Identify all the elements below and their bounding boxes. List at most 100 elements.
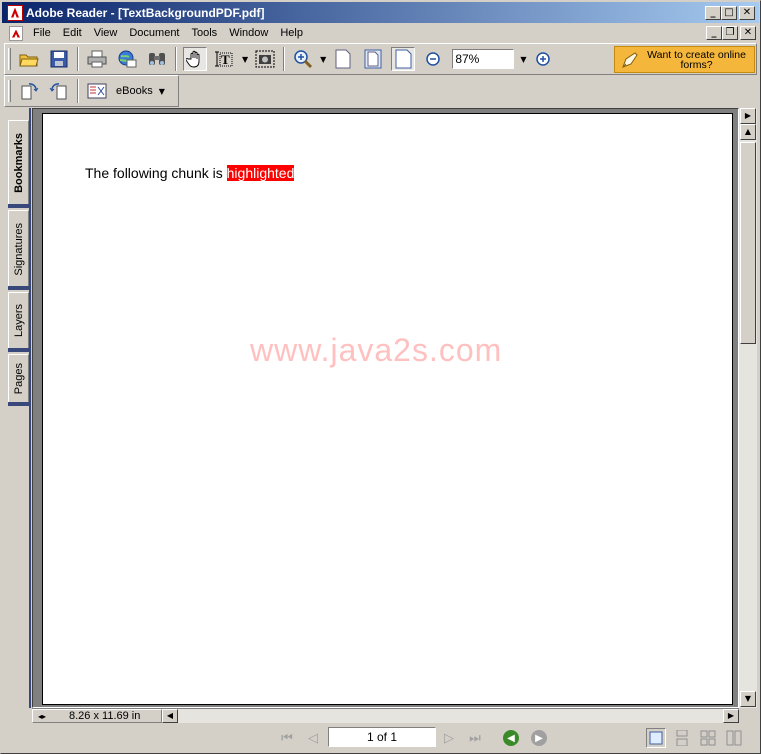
- status-bar: ⏮ ◁ 1 of 1 ▷ ⏭ ◀ ▶: [2, 723, 759, 753]
- ebooks-dropdown-icon[interactable]: ▼: [159, 87, 165, 96]
- email-button[interactable]: [115, 47, 139, 71]
- menu-bar: File Edit View Document Tools Window Hel…: [2, 23, 759, 43]
- tab-divider: [8, 348, 29, 352]
- single-page-layout-button[interactable]: [646, 728, 666, 748]
- document-icon[interactable]: [9, 25, 23, 41]
- continuous-facing-icon: [726, 730, 742, 746]
- toolbar-grip[interactable]: [8, 80, 11, 102]
- fit-page-button[interactable]: [361, 47, 385, 71]
- tab-pages-label: Pages: [12, 363, 25, 395]
- ebooks-icon: [87, 83, 107, 99]
- open-button[interactable]: [17, 47, 41, 71]
- menu-view[interactable]: View: [88, 23, 124, 43]
- hand-icon: [186, 50, 200, 68]
- zoom-in-button[interactable]: [531, 47, 555, 71]
- adobe-reader-app-icon[interactable]: [7, 4, 23, 21]
- toolbar-grip[interactable]: [8, 48, 11, 70]
- zoom-tool-dropdown-icon[interactable]: ▼: [320, 55, 326, 64]
- fit-width-button[interactable]: [391, 47, 416, 71]
- zoom-in-tool-button[interactable]: [291, 47, 315, 71]
- minimize-button[interactable]: _: [705, 6, 721, 20]
- tab-signatures[interactable]: Signatures: [8, 210, 29, 288]
- navigation-tabs-panel: Bookmarks Signatures Layers Pages: [6, 108, 31, 708]
- select-tool-dropdown-icon[interactable]: ▼: [242, 55, 248, 64]
- rotate-clockwise-button[interactable]: [17, 79, 41, 103]
- camera-icon: [255, 50, 275, 68]
- snapshot-button[interactable]: [253, 47, 277, 71]
- scroll-right-arrow-icon[interactable]: ▶: [723, 709, 739, 723]
- toolbar-separator: [283, 47, 286, 71]
- scroll-left-arrow-icon[interactable]: ◀: [162, 709, 178, 723]
- document-text-line: The following chunk is highlighted: [85, 165, 295, 181]
- tab-divider: [8, 402, 29, 406]
- zoom-out-button[interactable]: [421, 47, 445, 71]
- menu-tools[interactable]: Tools: [186, 23, 224, 43]
- actual-size-button[interactable]: [331, 47, 355, 71]
- promo-text: Want to create online forms?: [647, 48, 746, 71]
- go-forward-button[interactable]: ▶: [528, 728, 550, 748]
- magnifier-plus-icon: [294, 50, 313, 69]
- tab-layers[interactable]: Layers: [8, 292, 29, 350]
- page-number-field[interactable]: 1 of 1: [328, 727, 436, 747]
- select-text-button[interactable]: T: [213, 47, 237, 71]
- single-page-icon: [649, 731, 663, 745]
- create-forms-promo-button[interactable]: Want to create online forms?: [614, 46, 755, 73]
- vertical-scroll-thumb[interactable]: [740, 142, 756, 344]
- facing-pages-icon: [700, 730, 716, 746]
- rotate-counterclockwise-button[interactable]: [47, 79, 71, 103]
- search-button[interactable]: [145, 47, 169, 71]
- scroll-next-arrow-icon[interactable]: ▶: [740, 108, 756, 124]
- hand-tool-button[interactable]: [183, 47, 207, 71]
- tab-pages[interactable]: Pages: [8, 354, 29, 404]
- forward-arrow-icon: ▶: [531, 730, 547, 746]
- previous-page-icon[interactable]: ◁: [302, 728, 324, 748]
- maximize-button[interactable]: □: [721, 6, 737, 20]
- resize-handle-icon[interactable]: ◂▸: [38, 712, 46, 721]
- continuous-layout-button[interactable]: [672, 728, 692, 748]
- last-page-icon[interactable]: ⏭: [464, 728, 486, 748]
- close-button[interactable]: ✕: [739, 6, 755, 20]
- continuous-page-icon: [676, 730, 688, 746]
- tab-signatures-label: Signatures: [12, 222, 25, 276]
- tab-divider: [8, 204, 29, 208]
- zoom-level-dropdown-icon[interactable]: ▼: [520, 55, 526, 64]
- next-page-icon[interactable]: ▷: [438, 728, 460, 748]
- secondary-toolbar: eBooks ▼: [4, 75, 179, 107]
- menu-file[interactable]: File: [27, 23, 57, 43]
- tab-divider: [8, 286, 29, 290]
- printer-icon: [87, 50, 107, 68]
- toolbar-separator: [77, 79, 79, 103]
- globe-mail-icon: [118, 50, 137, 68]
- document-window-controls: _ ❐ ✕: [706, 26, 756, 40]
- ebooks-menu-label[interactable]: eBooks: [116, 85, 153, 97]
- doc-close-button[interactable]: ✕: [740, 26, 756, 40]
- menu-edit[interactable]: Edit: [57, 23, 88, 43]
- doc-minimize-button[interactable]: _: [706, 26, 722, 40]
- ebooks-icon-button[interactable]: [85, 79, 109, 103]
- continuous-facing-layout-button[interactable]: [724, 728, 744, 748]
- page-size-cell: ◂▸ 8.26 x 11.69 in: [32, 709, 162, 723]
- page-actual-size-icon: [335, 49, 351, 69]
- print-button[interactable]: [85, 47, 109, 71]
- first-page-icon[interactable]: ⏮: [276, 728, 298, 748]
- menu-help[interactable]: Help: [274, 23, 309, 43]
- document-view[interactable]: The following chunk is highlighted www.j…: [32, 108, 739, 708]
- pdf-page[interactable]: The following chunk is highlighted www.j…: [42, 113, 733, 705]
- menu-document[interactable]: Document: [123, 23, 185, 43]
- pen-icon: [622, 51, 638, 68]
- zoom-in-circle-icon: [536, 52, 551, 66]
- doc-restore-button[interactable]: ❐: [722, 26, 738, 40]
- menu-window[interactable]: Window: [223, 23, 274, 43]
- scroll-down-arrow-icon[interactable]: ▼: [740, 691, 756, 707]
- tab-bookmarks[interactable]: Bookmarks: [8, 120, 29, 206]
- go-back-button[interactable]: ◀: [500, 728, 522, 748]
- nav-panel-edge: [29, 108, 31, 708]
- zoom-level-input[interactable]: 87%: [452, 49, 515, 69]
- save-button[interactable]: [47, 47, 71, 71]
- floppy-disk-icon: [50, 50, 68, 68]
- vertical-scrollbar[interactable]: ▶ ▲ ▼: [739, 108, 757, 708]
- title-bar[interactable]: Adobe Reader - [TextBackgroundPDF.pdf] _…: [2, 2, 759, 23]
- facing-layout-button[interactable]: [698, 728, 718, 748]
- scroll-up-arrow-icon[interactable]: ▲: [740, 124, 756, 140]
- tab-layers-label: Layers: [12, 304, 25, 338]
